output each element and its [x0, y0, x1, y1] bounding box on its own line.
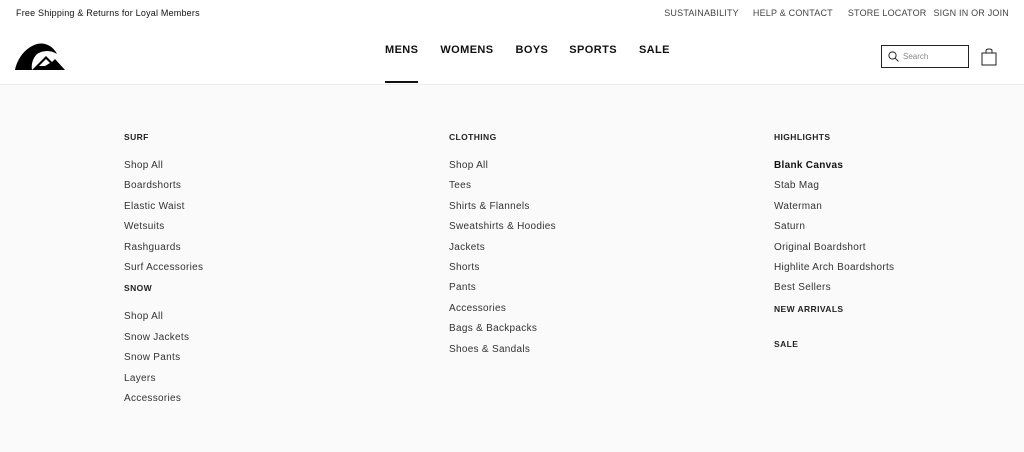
clothing-bags-backpacks[interactable]: Bags & Backpacks — [449, 322, 556, 342]
highlights-original-boardshort[interactable]: Original Boardshort — [774, 241, 894, 261]
menu-column-surf-snow: SURF Shop All Boardshorts Elastic Waist … — [124, 132, 203, 412]
clothing-list: Shop All Tees Shirts & Flannels Sweatshi… — [449, 159, 556, 363]
quiksilver-logo[interactable] — [15, 42, 65, 70]
main-nav: MENS WOMENS BOYS SPORTS SALE — [385, 26, 670, 85]
search-input[interactable] — [903, 52, 963, 61]
clothing-shoes-sandals[interactable]: Shoes & Sandals — [449, 343, 556, 363]
top-utility-bar: Free Shipping & Returns for Loyal Member… — [0, 0, 1024, 26]
highlights-best-sellers[interactable]: Best Sellers — [774, 281, 894, 301]
highlights-heading[interactable]: HIGHLIGHTS — [774, 132, 894, 146]
clothing-jackets[interactable]: Jackets — [449, 241, 556, 261]
sale-heading[interactable]: SALE — [774, 339, 894, 353]
mega-menu: SURF Shop All Boardshorts Elastic Waist … — [0, 85, 1024, 452]
clothing-tees[interactable]: Tees — [449, 179, 556, 199]
store-locator-link[interactable]: STORE LOCATOR — [848, 8, 927, 18]
help-contact-link[interactable]: HELP & CONTACT — [753, 8, 833, 18]
new-arrivals-heading[interactable]: NEW ARRIVALS — [774, 304, 894, 318]
nav-boys[interactable]: BOYS — [516, 26, 549, 85]
nav-sale[interactable]: SALE — [639, 26, 670, 85]
sign-in-link[interactable]: SIGN IN OR JOIN — [933, 8, 1009, 18]
highlights-saturn[interactable]: Saturn — [774, 220, 894, 240]
highlights-highlite-arch[interactable]: Highlite Arch Boardshorts — [774, 261, 894, 281]
utility-links: SUSTAINABILITY HELP & CONTACT STORE LOCA… — [664, 8, 1009, 18]
menu-column-highlights: HIGHLIGHTS Blank Canvas Stab Mag Waterma… — [774, 132, 894, 353]
surf-elastic-waist[interactable]: Elastic Waist — [124, 200, 203, 220]
search-box[interactable] — [881, 45, 969, 68]
clothing-shirts-flannels[interactable]: Shirts & Flannels — [449, 200, 556, 220]
clothing-accessories[interactable]: Accessories — [449, 302, 556, 322]
snow-list: Shop All Snow Jackets Snow Pants Layers … — [124, 310, 203, 412]
surf-heading[interactable]: SURF — [124, 132, 203, 146]
main-header: MENS WOMENS BOYS SPORTS SALE — [0, 26, 1024, 85]
clothing-pants[interactable]: Pants — [449, 281, 556, 301]
search-icon[interactable] — [888, 51, 899, 62]
highlights-blank-canvas[interactable]: Blank Canvas — [774, 159, 894, 179]
snow-jackets[interactable]: Snow Jackets — [124, 331, 203, 351]
highlights-list: Blank Canvas Stab Mag Waterman Saturn Or… — [774, 159, 894, 302]
surf-list: Shop All Boardshorts Elastic Waist Wetsu… — [124, 159, 203, 281]
snow-layers[interactable]: Layers — [124, 372, 203, 392]
highlights-stab-mag[interactable]: Stab Mag — [774, 179, 894, 199]
shopping-bag-icon[interactable] — [981, 47, 997, 66]
surf-boardshorts[interactable]: Boardshorts — [124, 179, 203, 199]
surf-shop-all[interactable]: Shop All — [124, 159, 203, 179]
surf-accessories[interactable]: Surf Accessories — [124, 261, 203, 281]
snow-accessories[interactable]: Accessories — [124, 392, 203, 412]
clothing-sweatshirts-hoodies[interactable]: Sweatshirts & Hoodies — [449, 220, 556, 240]
surf-rashguards[interactable]: Rashguards — [124, 241, 203, 261]
clothing-heading[interactable]: CLOTHING — [449, 132, 556, 146]
clothing-shorts[interactable]: Shorts — [449, 261, 556, 281]
nav-womens[interactable]: WOMENS — [440, 26, 493, 85]
snow-heading[interactable]: SNOW — [124, 283, 203, 297]
menu-column-clothing: CLOTHING Shop All Tees Shirts & Flannels… — [449, 132, 556, 363]
sustainability-link[interactable]: SUSTAINABILITY — [664, 8, 739, 18]
nav-sports[interactable]: SPORTS — [569, 26, 617, 85]
surf-wetsuits[interactable]: Wetsuits — [124, 220, 203, 240]
snow-shop-all[interactable]: Shop All — [124, 310, 203, 330]
clothing-shop-all[interactable]: Shop All — [449, 159, 556, 179]
snow-pants[interactable]: Snow Pants — [124, 351, 203, 371]
promo-text: Free Shipping & Returns for Loyal Member… — [16, 8, 200, 18]
nav-mens[interactable]: MENS — [385, 26, 419, 85]
highlights-waterman[interactable]: Waterman — [774, 200, 894, 220]
